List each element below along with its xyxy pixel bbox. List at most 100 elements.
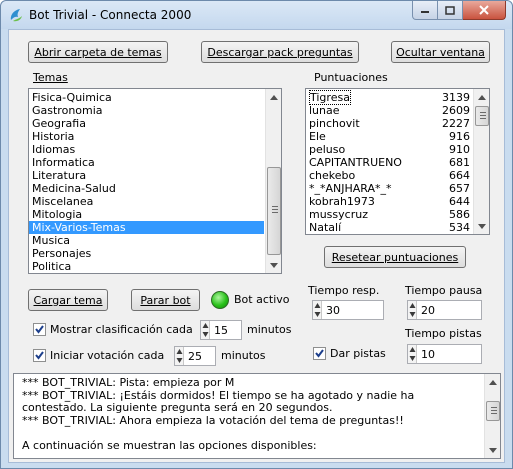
score-row[interactable]: chekebo 664	[306, 169, 472, 182]
scroll-up-icon[interactable]	[266, 89, 281, 105]
open-topics-folder-button[interactable]: Abrir carpeta de temas	[28, 41, 168, 63]
player-name: lunae	[309, 104, 340, 117]
player-name: peluso	[309, 143, 346, 156]
give-hints-label: Dar pistas	[330, 347, 386, 360]
checkmark-icon	[35, 325, 44, 334]
stop-bot-button[interactable]: Parar bot	[131, 289, 200, 311]
topics-label: Temas	[33, 71, 68, 84]
minimize-button[interactable]	[412, 1, 438, 20]
player-name: *_*ANJHARA*_*	[309, 182, 392, 195]
player-name: mussycruz	[309, 208, 368, 221]
show-ranking-value: 15	[214, 324, 228, 337]
topic-item[interactable]: Idiomas	[29, 143, 264, 156]
scroll-down-icon[interactable]	[485, 442, 500, 458]
score-row[interactable]: lunae 2609	[306, 104, 472, 117]
score-row[interactable]: CAPITANTRUENO 681	[306, 156, 472, 169]
topic-item[interactable]: Miscelanea	[29, 195, 264, 208]
log-scrollbar[interactable]	[484, 374, 500, 458]
topic-item[interactable]: Mitologia	[29, 208, 264, 221]
player-points: 534	[449, 221, 470, 234]
player-name: pinchovit	[309, 117, 360, 130]
player-points: 3139	[442, 91, 470, 104]
chat-log-textarea[interactable]: *** BOT_TRIVIAL: Pista: empieza por M **…	[13, 373, 501, 459]
player-points: 657	[449, 182, 470, 195]
maximize-button[interactable]	[438, 1, 463, 20]
score-row[interactable]: Tigresa 3139	[306, 90, 472, 105]
topic-item[interactable]: Mix-Varios-Temas	[29, 221, 264, 234]
score-row[interactable]: pinchovit 2227	[306, 117, 472, 130]
hint-time-label: Tiempo pistas	[405, 327, 482, 340]
scores-scrollbar[interactable]	[473, 89, 489, 234]
scores-label: Puntuaciones	[314, 71, 388, 84]
player-points: 664	[449, 169, 470, 182]
scroll-down-icon[interactable]	[266, 257, 281, 273]
main-window: Bot Trivial - Connecta 2000 Abrir carpet…	[0, 0, 513, 469]
start-vote-checkbox[interactable]	[33, 349, 46, 362]
title-bar[interactable]: Bot Trivial - Connecta 2000	[1, 1, 512, 29]
scroll-up-icon[interactable]	[485, 374, 500, 390]
log-line: *** BOT_TRIVIAL: Ahora empieza la votaci…	[22, 413, 404, 427]
log-line: *** BOT_TRIVIAL: ¡Estáis dormidos! El ti…	[22, 388, 415, 402]
start-vote-value: 25	[188, 350, 202, 363]
response-time-label: Tiempo resp.	[308, 284, 380, 297]
topics-scroll-thumb[interactable]	[267, 167, 281, 255]
start-vote-label: Iniciar votación cada	[50, 349, 165, 362]
scores-listbox[interactable]: Tigresa 3139 lunae 2609 pinchovit 2227 Ele 916 p…	[305, 88, 490, 235]
log-scroll-thumb[interactable]	[486, 401, 500, 421]
topics-scrollbar[interactable]	[265, 89, 281, 273]
topic-item[interactable]: Informatica	[29, 156, 264, 169]
pause-time-label: Tiempo pausa	[405, 284, 483, 297]
hide-window-button[interactable]: Ocultar ventana	[391, 41, 490, 63]
show-ranking-unit: minutos	[247, 323, 292, 336]
topic-item[interactable]: Literatura	[29, 169, 264, 182]
response-time-stepper[interactable]: 30	[312, 300, 384, 320]
reset-scores-button[interactable]: Resetear puntuaciones	[324, 246, 466, 268]
player-name: kobrah1973	[309, 195, 375, 208]
topic-item[interactable]: Fisica-Quimica	[29, 91, 264, 104]
score-row[interactable]: kobrah1973 644	[306, 195, 472, 208]
pause-time-stepper[interactable]: 20	[407, 300, 482, 320]
give-hints-checkbox[interactable]	[313, 347, 326, 360]
topic-item[interactable]: Musica	[29, 234, 264, 247]
log-line: *** BOT_TRIVIAL: Pista: empieza por M	[22, 376, 235, 389]
start-vote-stepper[interactable]: 25	[174, 346, 216, 366]
checkmark-icon	[315, 349, 324, 358]
download-pack-button[interactable]: Descargar pack preguntas	[201, 41, 359, 63]
player-points: 681	[449, 156, 470, 169]
hint-time-value: 10	[421, 348, 435, 361]
topic-item[interactable]: Politica	[29, 260, 264, 273]
show-ranking-checkbox[interactable]	[33, 323, 46, 336]
player-points: 910	[449, 143, 470, 156]
score-row[interactable]: mussycruz 586	[306, 208, 472, 221]
response-time-value: 30	[326, 304, 340, 317]
window-title: Bot Trivial - Connecta 2000	[29, 8, 192, 22]
score-row[interactable]: peluso 910	[306, 143, 472, 156]
score-row[interactable]: *_*ANJHARA*_* 657	[306, 182, 472, 195]
scores-scroll-thumb[interactable]	[475, 106, 489, 126]
close-button[interactable]	[463, 1, 506, 20]
scroll-up-icon[interactable]	[474, 89, 489, 105]
show-ranking-stepper[interactable]: 15	[200, 320, 242, 340]
bot-status-led-icon	[211, 291, 229, 309]
log-line: contestado. La siguiente pregunta será e…	[22, 401, 333, 414]
topic-item[interactable]: Medicina-Salud	[29, 182, 264, 195]
app-icon	[10, 9, 22, 22]
log-line: A continuación se muestran las opciones …	[22, 438, 317, 452]
topic-item[interactable]: Personajes	[29, 247, 264, 260]
player-name: Ele	[309, 130, 326, 143]
hint-time-stepper[interactable]: 10	[407, 344, 482, 364]
start-vote-unit: minutos	[221, 349, 266, 362]
topics-listbox[interactable]: Fisica-Quimica Gastronomia Geografia Histor…	[28, 88, 282, 274]
score-row[interactable]: Natalí 534	[306, 221, 472, 234]
topic-item[interactable]: Gastronomia	[29, 104, 264, 117]
load-topic-button[interactable]: Cargar tema	[28, 289, 108, 311]
player-points: 916	[449, 130, 470, 143]
maximize-icon	[445, 5, 455, 15]
show-ranking-label: Mostrar clasificación cada	[50, 323, 193, 336]
scroll-down-icon[interactable]	[474, 218, 489, 234]
player-name: Tigresa	[309, 90, 351, 105]
topic-item[interactable]: Geografia	[29, 117, 264, 130]
topic-item[interactable]: Historia	[29, 130, 264, 143]
client-area: Abrir carpeta de temas Descargar pack pr…	[8, 29, 505, 463]
score-row[interactable]: Ele 916	[306, 130, 472, 143]
